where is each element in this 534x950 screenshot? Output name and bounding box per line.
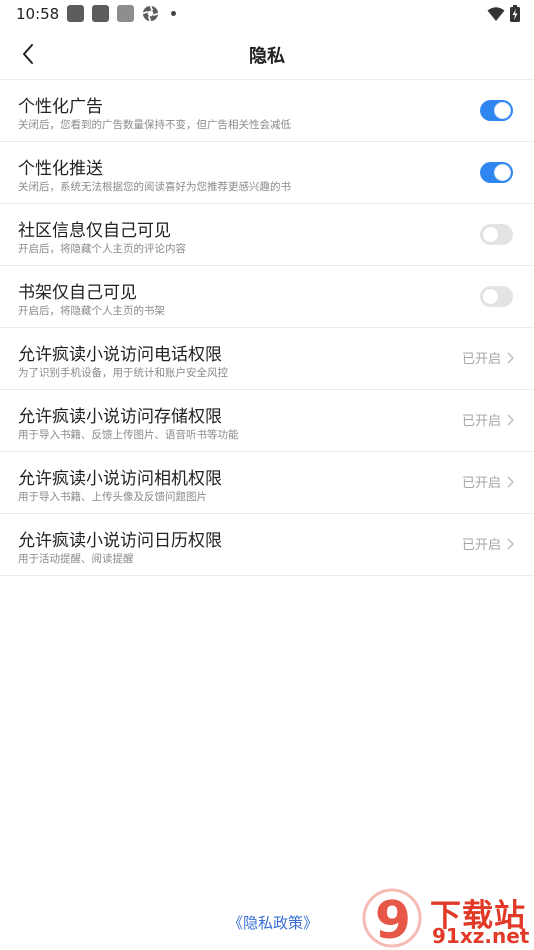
- community-private-toggle[interactable]: [480, 224, 513, 245]
- bookshelf-private-toggle[interactable]: [480, 286, 513, 307]
- permission-status-link[interactable]: 已开启: [462, 472, 514, 491]
- permission-description: 为了识别手机设备，用于统计和账户安全风控: [18, 367, 228, 379]
- setting-description: 开启后，将隐藏个人主页的书架: [18, 305, 165, 317]
- setting-row-bookshelf-private: 书架仅自己可见 开启后，将隐藏个人主页的书架: [0, 266, 534, 328]
- site-watermark: 9 下载站 91xz.net: [362, 888, 532, 948]
- status-notification-icons: [67, 5, 176, 22]
- setting-title: 书架仅自己可见: [18, 283, 137, 303]
- personalized-ads-toggle[interactable]: [480, 100, 513, 121]
- aperture-icon: [142, 5, 159, 22]
- toggle-knob: [494, 102, 511, 119]
- permission-status-link[interactable]: 已开启: [462, 534, 514, 553]
- permission-row-storage[interactable]: 允许疯读小说访问存储权限 用于导入书籍、反馈上传图片、语音听书等功能 已开启: [0, 390, 534, 452]
- setting-row-personalized-ads: 个性化广告 关闭后，您看到的广告数量保持不变，但广告相关性会减低: [0, 80, 534, 142]
- permission-description: 用于导入书籍、上传头像及反馈问题图片: [18, 491, 207, 503]
- toggle-knob: [494, 164, 511, 181]
- watermark-logo-text: 9: [375, 891, 411, 948]
- chevron-right-icon: [507, 537, 514, 550]
- wifi-icon: [487, 6, 505, 21]
- chevron-right-icon: [507, 413, 514, 426]
- page-title: 隐私: [249, 46, 285, 67]
- privacy-policy-link[interactable]: 《隐私政策》: [228, 912, 318, 933]
- watermark-site-url: 91xz.net: [432, 924, 530, 948]
- setting-title: 社区信息仅自己可见: [18, 221, 171, 241]
- app-notification-icon: [92, 5, 109, 22]
- permission-row-calendar[interactable]: 允许疯读小说访问日历权限 用于活动提醒、阅读提醒 已开启: [0, 514, 534, 576]
- permission-title: 允许疯读小说访问存储权限: [18, 407, 222, 427]
- permission-status-link[interactable]: 已开启: [462, 410, 514, 429]
- setting-description: 开启后，将隐藏个人主页的评论内容: [18, 243, 186, 255]
- setting-title: 个性化广告: [18, 97, 103, 117]
- permission-description: 用于导入书籍、反馈上传图片、语音听书等功能: [18, 429, 239, 441]
- setting-row-personalized-push: 个性化推送 关闭后，系统无法根据您的阅读喜好为您推荐更感兴趣的书: [0, 142, 534, 204]
- toggle-knob: [482, 226, 499, 243]
- permission-title: 允许疯读小说访问电话权限: [18, 345, 222, 365]
- permission-description: 用于活动提醒、阅读提醒: [18, 553, 134, 565]
- permission-row-phone[interactable]: 允许疯读小说访问电话权限 为了识别手机设备，用于统计和账户安全风控 已开启: [0, 328, 534, 390]
- permission-status-text: 已开启: [461, 538, 501, 553]
- setting-description: 关闭后，系统无法根据您的阅读喜好为您推荐更感兴趣的书: [18, 181, 291, 193]
- personalized-push-toggle[interactable]: [480, 162, 513, 183]
- permission-row-camera[interactable]: 允许疯读小说访问相机权限 用于导入书籍、上传头像及反馈问题图片 已开启: [0, 452, 534, 514]
- status-system-icons: [487, 5, 520, 22]
- status-time: 10:58: [16, 5, 60, 23]
- watermark-logo-icon: 9: [362, 888, 422, 948]
- permission-status-text: 已开启: [461, 414, 501, 429]
- permission-status-text: 已开启: [461, 352, 501, 367]
- app-bar: 隐私: [0, 28, 534, 80]
- toggle-knob: [482, 288, 499, 305]
- permission-status-link[interactable]: 已开启: [462, 348, 514, 367]
- permission-status-text: 已开启: [461, 476, 501, 491]
- setting-title: 个性化推送: [18, 159, 103, 179]
- app-notification-icon: [117, 5, 134, 22]
- permission-title: 允许疯读小说访问相机权限: [18, 469, 222, 489]
- battery-charging-icon: [510, 5, 520, 22]
- chevron-right-icon: [507, 475, 514, 488]
- chevron-right-icon: [507, 351, 514, 364]
- permission-title: 允许疯读小说访问日历权限: [18, 531, 222, 551]
- more-dot-icon: [171, 11, 176, 16]
- setting-description: 关闭后，您看到的广告数量保持不变，但广告相关性会减低: [18, 119, 291, 131]
- setting-row-community-private: 社区信息仅自己可见 开启后，将隐藏个人主页的评论内容: [0, 204, 534, 266]
- settings-list: 个性化广告 关闭后，您看到的广告数量保持不变，但广告相关性会减低 个性化推送 关…: [0, 80, 534, 576]
- status-bar: 10:58: [0, 0, 534, 28]
- app-notification-icon: [67, 5, 84, 22]
